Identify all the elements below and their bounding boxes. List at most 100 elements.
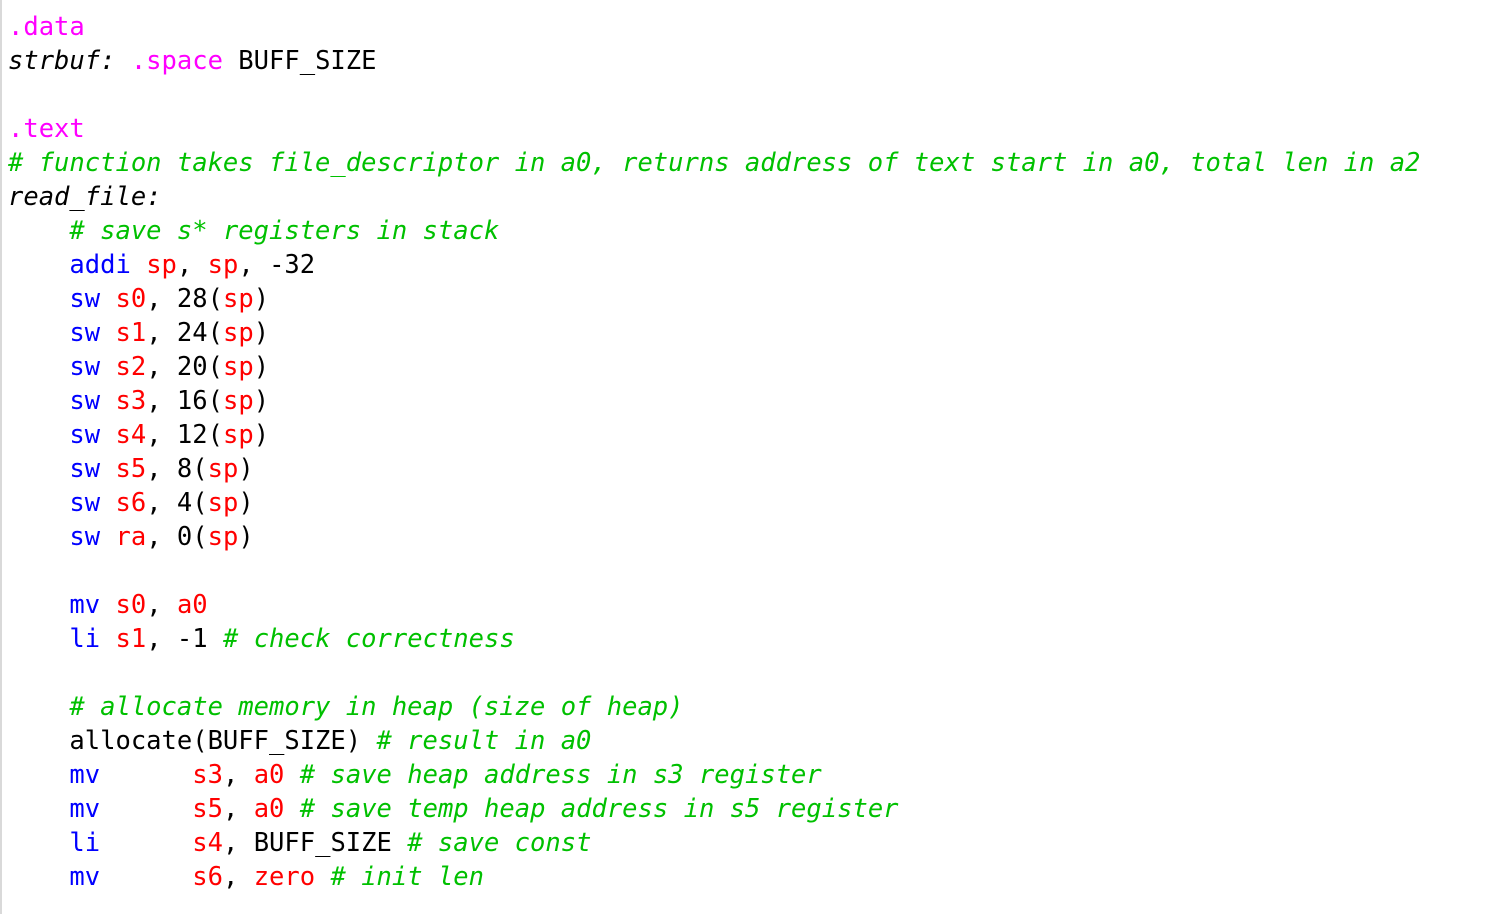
code-line[interactable]: li s1, -1 # check correctness (8, 622, 1512, 656)
code-line[interactable] (8, 554, 1512, 588)
label-token: strbuf: (8, 46, 116, 76)
instruction-token: sw (69, 420, 101, 450)
register-token: sp (146, 250, 177, 280)
code-line[interactable]: mv s5, a0 # save temp heap address in s5… (8, 792, 1512, 826)
comment-token: # init len (330, 862, 485, 892)
comment-token: # function takes file_descriptor in a0, … (8, 148, 1421, 178)
directive-token: .space (130, 46, 223, 76)
directive-token: .text (8, 114, 85, 144)
code-text: , 16( (146, 386, 223, 416)
instruction-token: sw (69, 386, 101, 416)
code-text: , 4( (146, 488, 208, 518)
instruction-token: sw (69, 522, 101, 552)
code-line[interactable] (8, 78, 1512, 112)
label-token: read_file: (8, 182, 162, 212)
instruction-token: sw (69, 488, 101, 518)
register-token: s0 (115, 284, 147, 314)
code-text: , 20( (146, 352, 223, 382)
code-text: , BUFF_SIZE (222, 828, 408, 858)
comment-token: # allocate memory in heap (size of heap) (69, 692, 684, 722)
register-token: sp (222, 284, 254, 314)
code-line[interactable]: sw s4, 12(sp) (8, 418, 1512, 452)
code-text: , 28( (146, 284, 223, 314)
code-line[interactable] (8, 656, 1512, 690)
instruction-token: li (69, 624, 101, 654)
code-line[interactable]: # save s* registers in stack (8, 214, 1512, 248)
code-text: BUFF_SIZE (222, 46, 377, 76)
register-token: s3 (115, 386, 147, 416)
register-token: sp (222, 352, 254, 382)
code-line[interactable]: sw s2, 20(sp) (8, 350, 1512, 384)
code-text: , (176, 250, 208, 280)
register-token: zero (253, 862, 316, 892)
code-line[interactable]: # allocate memory in heap (size of heap) (8, 690, 1512, 724)
register-token: s1 (115, 624, 147, 654)
code-line[interactable]: mv s3, a0 # save heap address in s3 regi… (8, 758, 1512, 792)
code-text: , -32 (238, 250, 316, 280)
code-text: , (146, 590, 177, 620)
register-token: s2 (115, 352, 147, 382)
code-line[interactable]: read_file: (8, 180, 1512, 214)
code-text: ) (253, 284, 270, 314)
register-token: sp (222, 420, 254, 450)
code-line[interactable]: mv s6, zero # init len (8, 860, 1512, 894)
code-text: , -1 (146, 624, 223, 654)
code-line[interactable]: sw s5, 8(sp) (8, 452, 1512, 486)
register-token: s4 (192, 828, 223, 858)
code-line[interactable]: # function takes file_descriptor in a0, … (8, 146, 1512, 180)
code-text: , 8( (146, 454, 208, 484)
register-token: sp (207, 488, 239, 518)
code-line[interactable]: .text (8, 112, 1512, 146)
code-line[interactable]: sw s1, 24(sp) (8, 316, 1512, 350)
register-token: sp (207, 454, 239, 484)
code-line[interactable]: .data (8, 10, 1512, 44)
code-line[interactable]: allocate(BUFF_SIZE) # result in a0 (8, 724, 1512, 758)
instruction-token: mv (69, 794, 101, 824)
register-token: s3 (192, 760, 223, 790)
code-line[interactable]: sw s3, 16(sp) (8, 384, 1512, 418)
code-text: ) (253, 420, 270, 450)
code-line[interactable]: sw s6, 4(sp) (8, 486, 1512, 520)
code-text: , (222, 794, 254, 824)
register-token: sp (222, 386, 254, 416)
code-line[interactable]: sw s0, 28(sp) (8, 282, 1512, 316)
instruction-token: mv (69, 760, 101, 790)
register-token: a0 (176, 590, 208, 620)
instruction-token: addi (69, 250, 131, 280)
code-line[interactable]: mv s0, a0 (8, 588, 1512, 622)
code-editor[interactable]: .data strbuf: .space BUFF_SIZE .text # func… (0, 0, 1512, 914)
register-token: s0 (115, 590, 147, 620)
comment-token: # check correctness (222, 624, 515, 654)
code-line[interactable]: sw ra, 0(sp) (8, 520, 1512, 554)
code-line[interactable]: strbuf: .space BUFF_SIZE (8, 44, 1512, 78)
register-token: s6 (115, 488, 147, 518)
code-line[interactable]: addi sp, sp, -32 (8, 248, 1512, 282)
code-text: , 24( (146, 318, 223, 348)
code-line[interactable]: li s4, BUFF_SIZE # save const (8, 826, 1512, 860)
instruction-token: mv (69, 590, 101, 620)
instruction-token: sw (69, 454, 101, 484)
code-text: ) (238, 488, 254, 518)
register-token: s6 (192, 862, 223, 892)
instruction-token: sw (69, 352, 101, 382)
code-text: , 12( (146, 420, 223, 450)
